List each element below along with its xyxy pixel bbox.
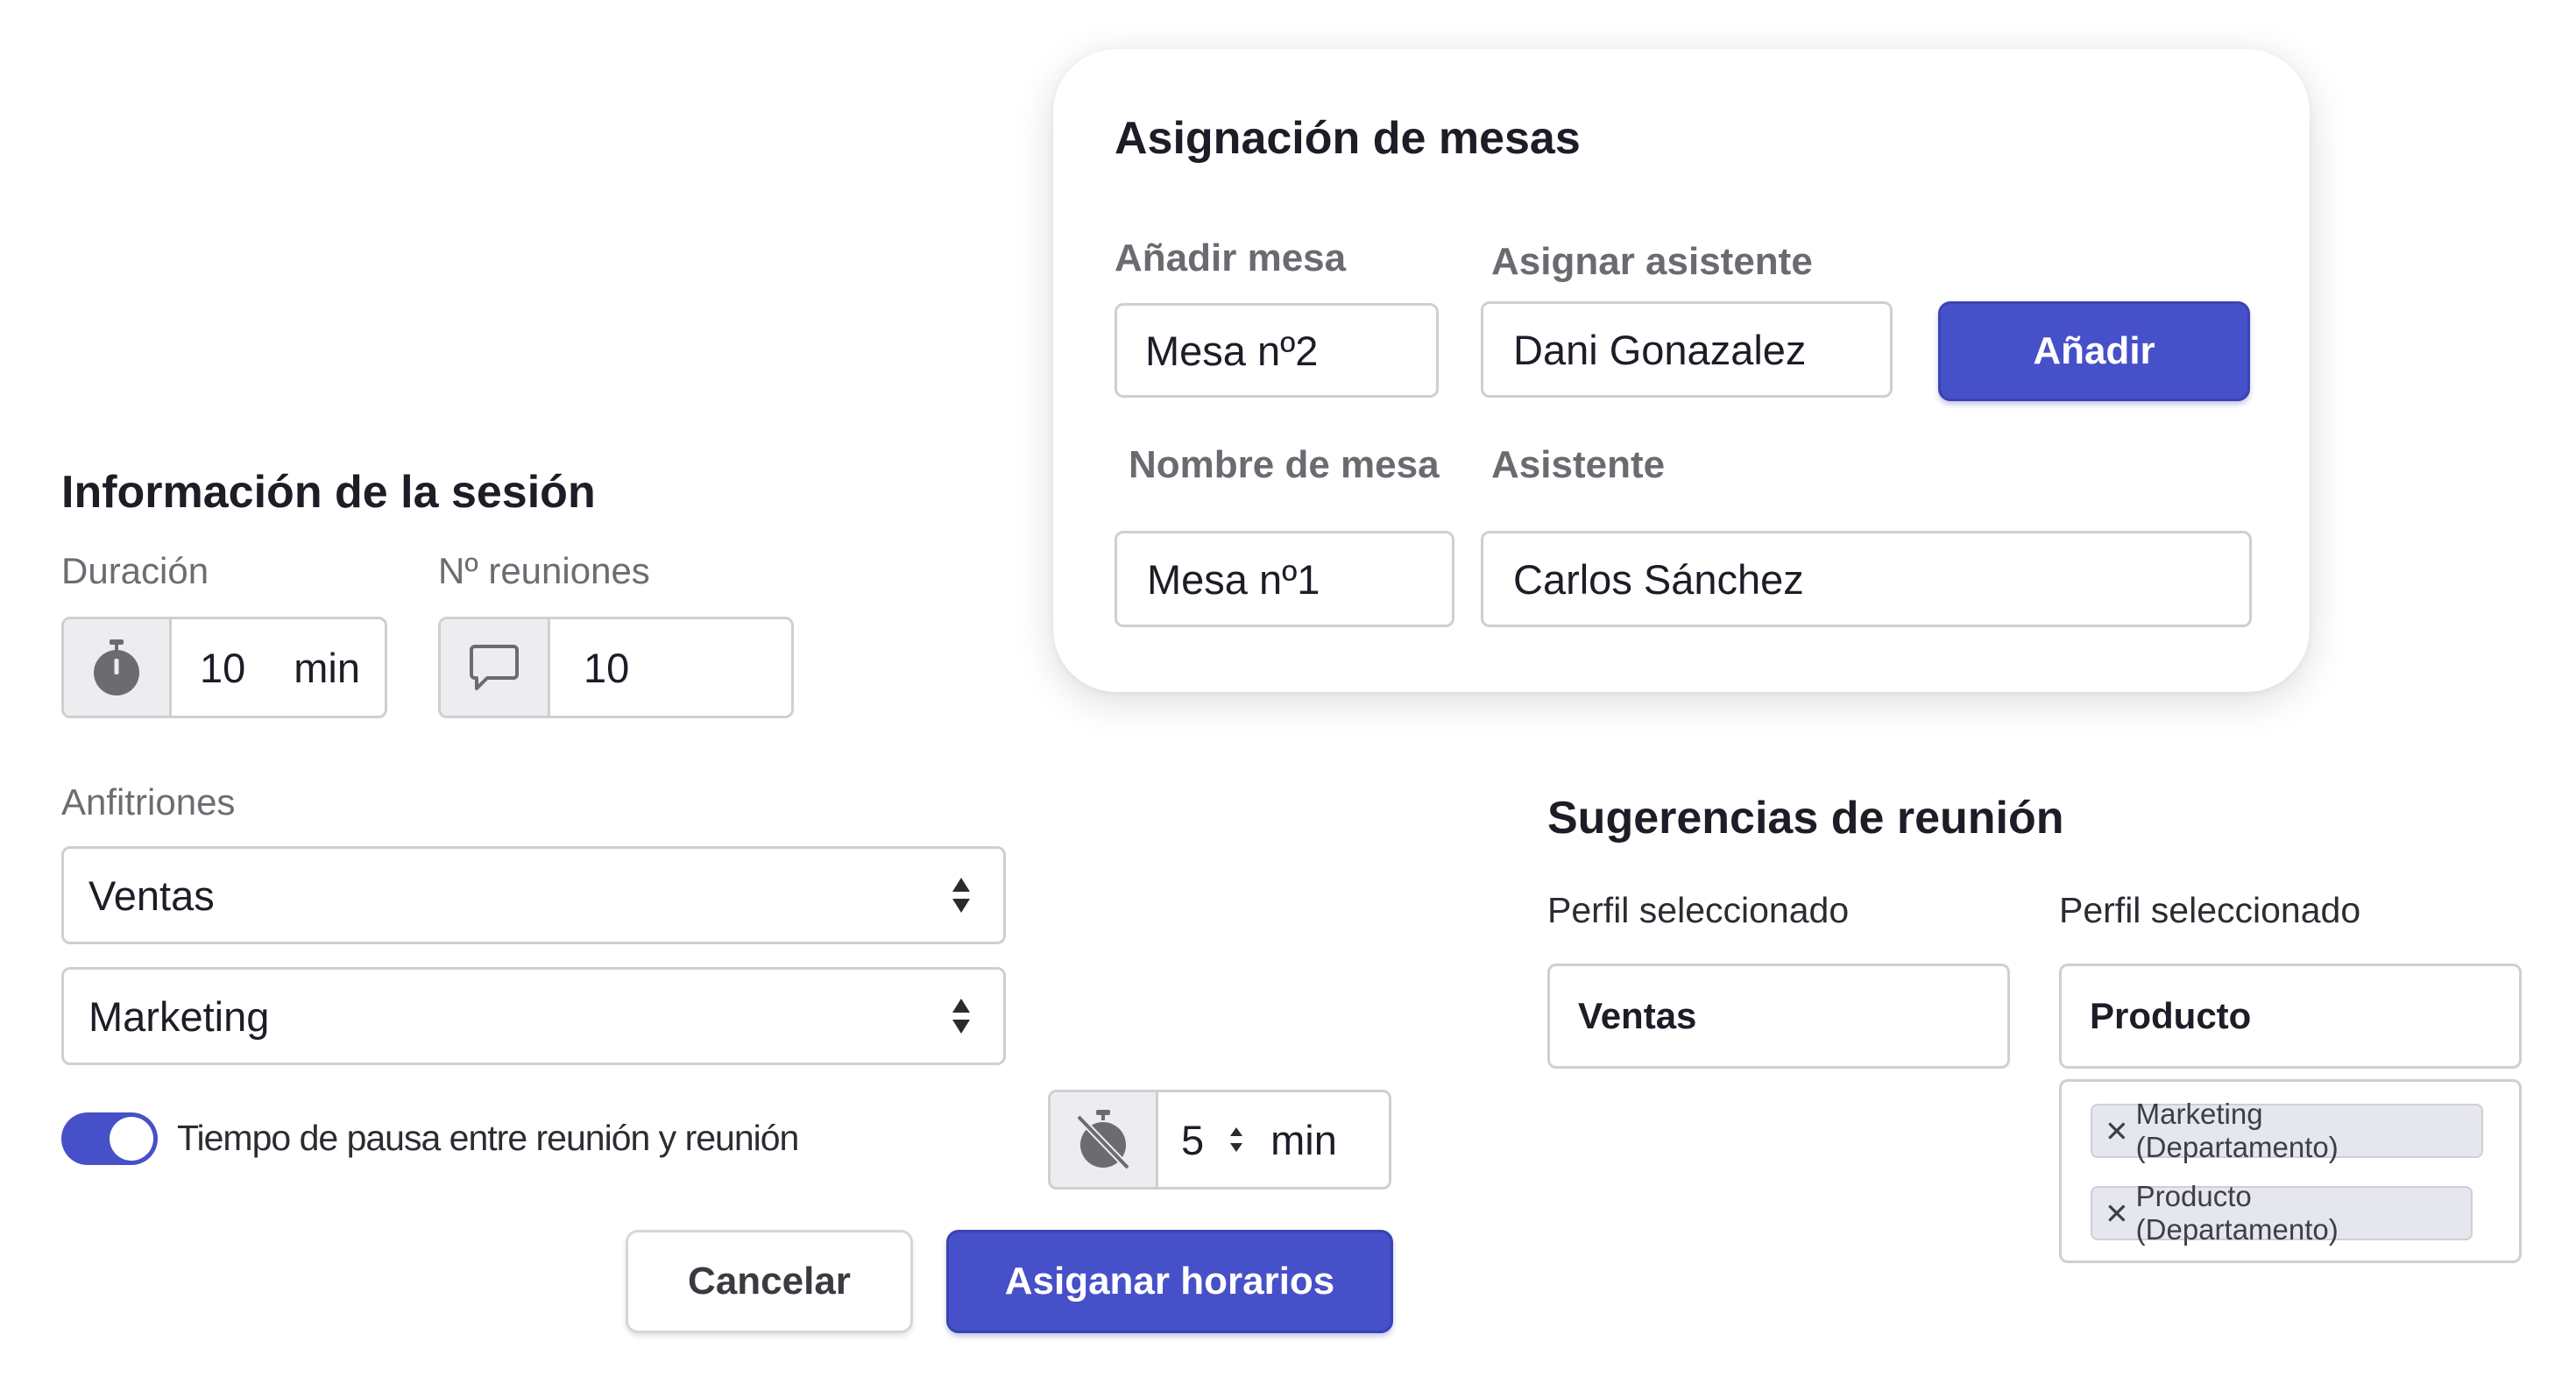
- profile-left-field[interactable]: Ventas: [1547, 964, 2010, 1069]
- profile-left-value: Ventas: [1578, 995, 1697, 1036]
- stepper-icon[interactable]: [1228, 1126, 1244, 1154]
- stopwatch-off-icon: [1076, 1110, 1130, 1170]
- add-table-label: Añadir mesa: [1115, 237, 1347, 279]
- profile-left-label: Perfil seleccionado: [1547, 890, 1850, 930]
- host-select-2-value: Marketing: [88, 992, 270, 1040]
- add-button[interactable]: Añadir: [1938, 301, 2250, 401]
- table-name-header: Nombre de mesa: [1129, 443, 1440, 486]
- duration-label: Duración: [61, 550, 209, 591]
- tag-marketing-label: Marketing (Departamento): [2135, 1098, 2339, 1163]
- close-icon[interactable]: ✕: [2105, 1114, 2129, 1148]
- close-icon[interactable]: ✕: [2105, 1197, 2129, 1231]
- profile-right-value: Producto: [2090, 995, 2252, 1036]
- meetings-field[interactable]: 10: [438, 617, 794, 718]
- hosts-label: Anfitriones: [61, 781, 236, 823]
- profile-right-field[interactable]: Producto: [2059, 964, 2522, 1069]
- tag-marketing[interactable]: ✕ Marketing (Departamento): [2091, 1098, 2483, 1163]
- table-name-field[interactable]: Mesa nº1: [1115, 531, 1454, 627]
- host-select-1[interactable]: Ventas: [61, 846, 1006, 944]
- assign-attendee-label: Asignar asistente: [1491, 240, 1813, 283]
- duration-icon-cell: [64, 619, 172, 716]
- pause-toggle[interactable]: [61, 1112, 158, 1165]
- assign-tables-title: Asignación de mesas: [1115, 113, 1581, 164]
- add-table-input[interactable]: Mesa nº2: [1115, 303, 1439, 398]
- meetings-icon-cell: [441, 619, 550, 716]
- duration-field[interactable]: 10 min: [61, 617, 387, 718]
- host-select-2[interactable]: Marketing: [61, 967, 1006, 1065]
- sort-arrows-icon: [952, 999, 970, 1034]
- profile-right-label: Perfil seleccionado: [2059, 890, 2361, 930]
- submit-button[interactable]: Asiganar horarios: [946, 1230, 1393, 1333]
- duration-value: 10: [200, 644, 246, 691]
- tag-producto[interactable]: ✕ Producto (Departamento): [2091, 1180, 2473, 1246]
- assign-attendee-input-value: Dani Gonazalez: [1513, 326, 1807, 373]
- host-select-1-value: Ventas: [88, 872, 215, 919]
- stopwatch-icon: [94, 639, 139, 696]
- pause-field[interactable]: 5 min: [1048, 1090, 1391, 1190]
- tag-producto-label: Producto (Departamento): [2135, 1180, 2339, 1246]
- cancel-button[interactable]: Cancelar: [626, 1230, 913, 1333]
- pause-icon-cell: [1051, 1092, 1158, 1187]
- pause-toggle-label: Tiempo de pausa entre reunión y reunión: [177, 1118, 799, 1158]
- suggestions-title: Sugerencias de reunión: [1547, 793, 2064, 844]
- meetings-label: Nº reuniones: [438, 550, 650, 591]
- attendee-value: Carlos Sánchez: [1513, 555, 1804, 603]
- pause-unit: min: [1270, 1116, 1337, 1163]
- add-table-input-value: Mesa nº2: [1145, 327, 1319, 374]
- assign-attendee-input[interactable]: Dani Gonazalez: [1481, 301, 1893, 398]
- attendee-field[interactable]: Carlos Sánchez: [1481, 531, 2252, 627]
- attendee-header: Asistente: [1491, 443, 1666, 486]
- session-title: Información de la sesión: [61, 467, 596, 518]
- duration-unit: min: [294, 644, 360, 691]
- meetings-value: 10: [584, 644, 630, 691]
- pause-value: 5: [1181, 1116, 1205, 1163]
- sort-arrows-icon: [952, 878, 970, 913]
- pause-toggle-knob: [110, 1117, 153, 1161]
- chat-bubble-icon: [470, 645, 519, 690]
- table-name-value: Mesa nº1: [1147, 555, 1320, 603]
